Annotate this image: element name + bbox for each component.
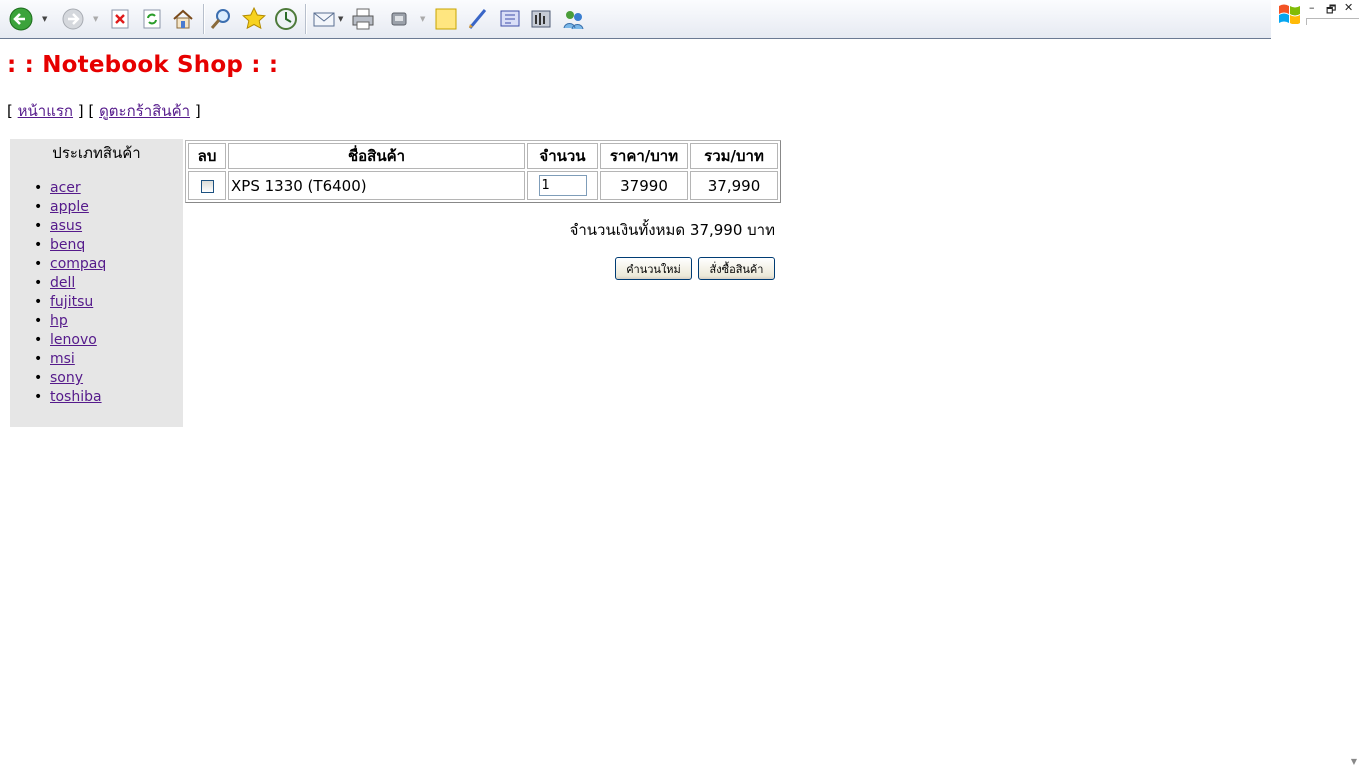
scroll-down-icon[interactable]: ▼ xyxy=(1351,757,1357,766)
back-dropdown-icon[interactable]: ▼ xyxy=(42,15,47,23)
table-header-row: ลบ ชื่อสินค้า จำนวน ราคา/บาท รวม/บาท xyxy=(188,143,778,169)
product-name: XPS 1330 (T6400) xyxy=(228,171,525,200)
edit-icon[interactable] xyxy=(388,6,410,32)
header-delete: ลบ xyxy=(188,143,226,169)
research-icon[interactable] xyxy=(497,6,523,32)
stop-icon[interactable] xyxy=(110,6,130,32)
list-item: msi xyxy=(34,350,106,369)
mail-icon[interactable] xyxy=(311,6,337,32)
list-item: fujitsu xyxy=(34,293,106,312)
brand-link-hp[interactable]: hp xyxy=(50,313,68,329)
favorites-icon[interactable] xyxy=(241,6,267,32)
delete-cell xyxy=(188,171,226,200)
brand-list: acer apple asus benq compaq dell fujitsu… xyxy=(34,179,106,407)
brand-link-asus[interactable]: asus xyxy=(50,218,82,234)
edit-dropdown-icon[interactable]: ▼ xyxy=(420,15,425,23)
address-field-stub[interactable] xyxy=(1306,18,1359,25)
category-heading: ประเภทสินค้า xyxy=(52,144,141,162)
minimize-icon[interactable]: – xyxy=(1309,1,1315,14)
mail-dropdown-icon[interactable]: ▼ xyxy=(338,15,343,23)
header-total: รวม/บาท xyxy=(690,143,778,169)
discuss-icon[interactable] xyxy=(465,6,491,32)
bracket: ] xyxy=(194,102,201,120)
bracket: ] [ xyxy=(77,102,95,120)
list-item: benq xyxy=(34,236,106,255)
brand-link-lenovo[interactable]: lenovo xyxy=(50,332,97,348)
quantity-cell xyxy=(527,171,598,200)
home-link[interactable]: หน้าแรก xyxy=(18,102,73,120)
recalculate-button[interactable]: คำนวนใหม่ xyxy=(615,257,692,280)
grand-total: จำนวนเงินทั้งหมด 37,990 บาท xyxy=(569,221,775,239)
notes-icon[interactable] xyxy=(433,6,459,32)
list-item: acer xyxy=(34,179,106,198)
page-title: : : Notebook Shop : : xyxy=(7,52,279,78)
home-icon[interactable] xyxy=(171,6,195,32)
list-item: asus xyxy=(34,217,106,236)
table-row: XPS 1330 (T6400) 37990 37,990 xyxy=(188,171,778,200)
list-item: apple xyxy=(34,198,106,217)
cart-table: ลบ ชื่อสินค้า จำนวน ราคา/บาท รวม/บาท XPS… xyxy=(185,140,781,203)
header-product-name: ชื่อสินค้า xyxy=(228,143,525,169)
search-icon[interactable] xyxy=(209,6,233,32)
refresh-icon[interactable] xyxy=(142,6,162,32)
order-button[interactable]: สั่งซื้อสินค้า xyxy=(698,257,775,280)
forward-icon[interactable] xyxy=(60,6,86,32)
media-icon[interactable] xyxy=(528,6,554,32)
list-item: toshiba xyxy=(34,388,106,407)
view-cart-link[interactable]: ดูตะกร้าสินค้า xyxy=(99,102,190,120)
delete-checkbox[interactable] xyxy=(200,179,214,193)
category-sidebar: ประเภทสินค้า acer apple asus benq compaq… xyxy=(10,139,183,427)
header-quantity: จำนวน xyxy=(527,143,598,169)
bracket: [ xyxy=(7,102,13,120)
toolbar-separator xyxy=(305,4,307,34)
brand-link-compaq[interactable]: compaq xyxy=(50,256,106,272)
brand-link-apple[interactable]: apple xyxy=(50,199,89,215)
list-item: dell xyxy=(34,274,106,293)
brand-link-msi[interactable]: msi xyxy=(50,351,75,367)
back-icon[interactable] xyxy=(8,6,34,32)
brand-link-fujitsu[interactable]: fujitsu xyxy=(50,294,93,310)
forward-dropdown-icon[interactable]: ▼ xyxy=(93,15,98,23)
print-icon[interactable] xyxy=(350,6,376,32)
list-item: compaq xyxy=(34,255,106,274)
history-icon[interactable] xyxy=(273,6,299,32)
brand-link-dell[interactable]: dell xyxy=(50,275,75,291)
close-icon[interactable]: ✕ xyxy=(1344,1,1353,14)
windows-logo-icon xyxy=(1277,2,1301,25)
brand-link-benq[interactable]: benq xyxy=(50,237,85,253)
toolbar-separator xyxy=(203,4,205,34)
header-price: ราคา/บาท xyxy=(600,143,688,169)
brand-link-sony[interactable]: sony xyxy=(50,370,83,386)
line-total: 37,990 xyxy=(690,171,778,200)
brand-link-acer[interactable]: acer xyxy=(50,180,81,196)
browser-toolbar: ▼ ▼ ▼ ▼ xyxy=(0,0,1271,39)
unit-price: 37990 xyxy=(600,171,688,200)
brand-link-toshiba[interactable]: toshiba xyxy=(50,389,102,405)
list-item: hp xyxy=(34,312,106,331)
messenger-icon[interactable] xyxy=(561,6,587,32)
quantity-input[interactable] xyxy=(538,175,587,196)
top-navigation: [ หน้าแรก ] [ ดูตะกร้าสินค้า ] xyxy=(7,99,201,123)
list-item: lenovo xyxy=(34,331,106,350)
list-item: sony xyxy=(34,369,106,388)
